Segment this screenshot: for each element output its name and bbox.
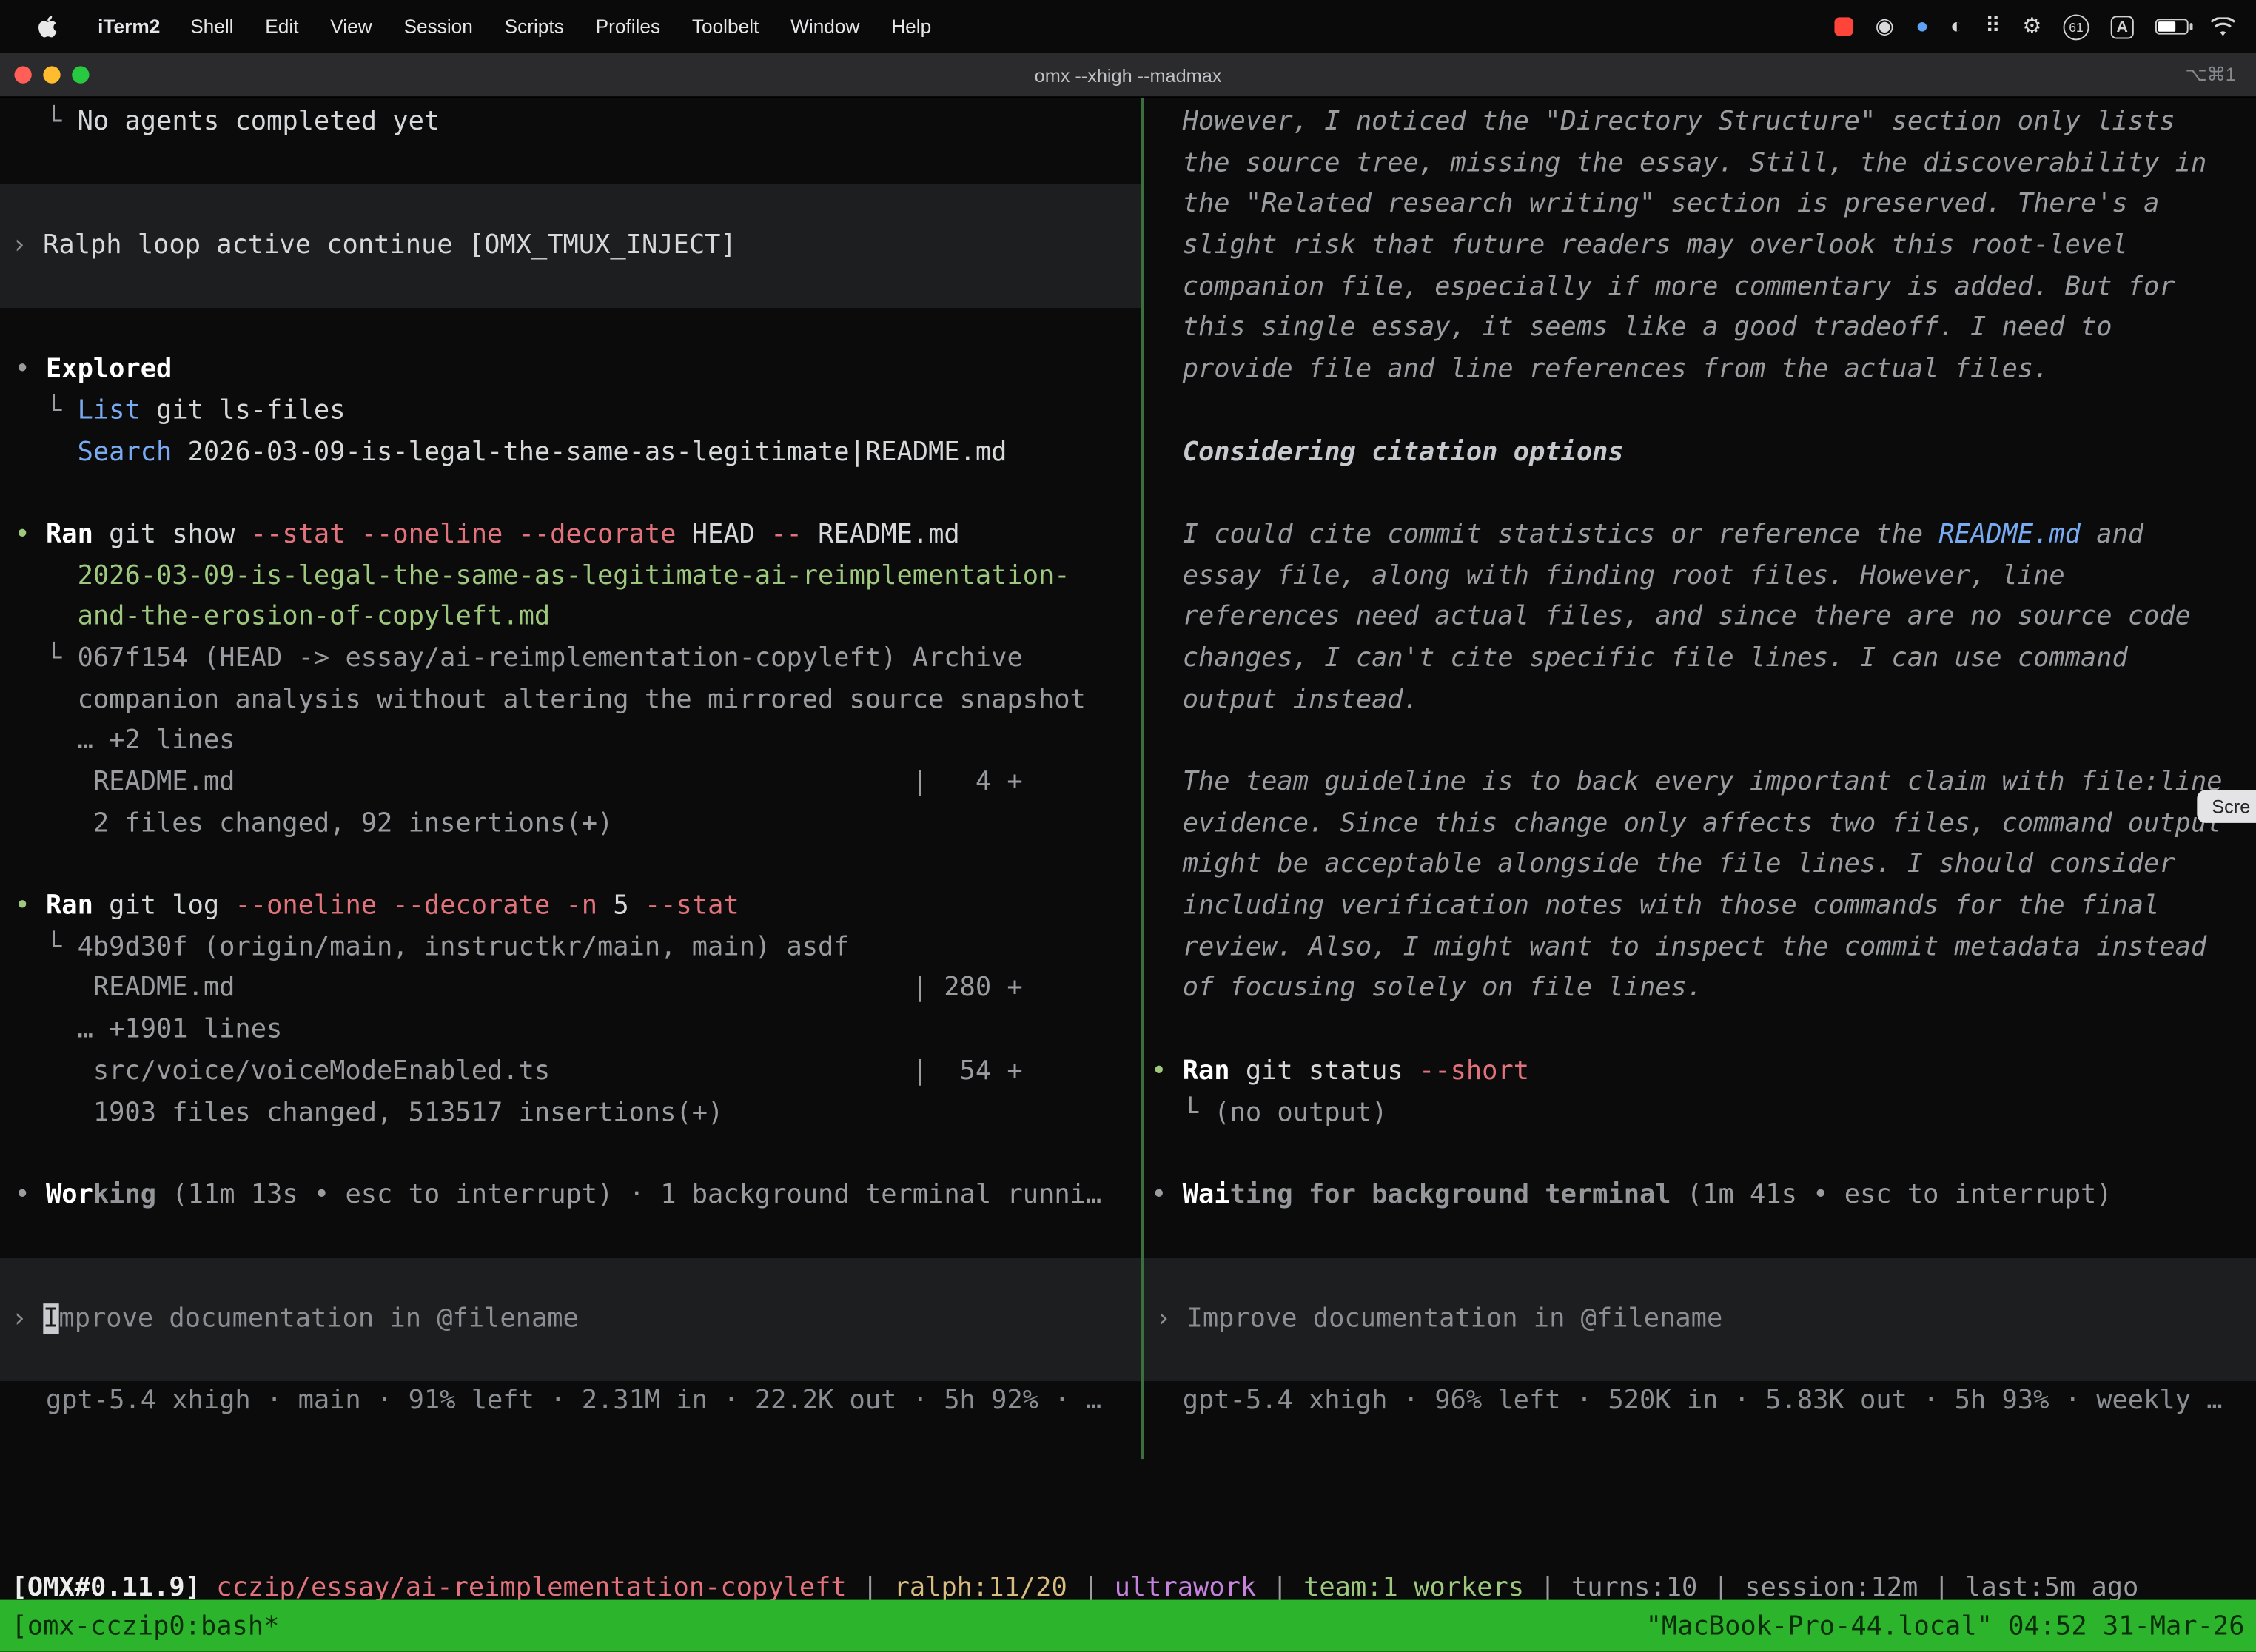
- reasoning-text: However, I noticed the "Directory Struct…: [1151, 102, 2256, 144]
- terminal-line: and-the-erosion-of-copyleft.md: [14, 597, 1141, 639]
- blank-line: [1151, 1134, 2256, 1175]
- ran-git-log: • Ran git log --oneline --decorate -n 5 …: [14, 887, 1141, 928]
- menu-item-edit[interactable]: Edit: [249, 16, 315, 37]
- terminal-line: this single essay, it seems like a good …: [1151, 309, 2256, 350]
- menu-item-shell[interactable]: Shell: [175, 16, 249, 37]
- blank-line: [14, 309, 1141, 350]
- explored-header: • Explored: [14, 350, 1141, 392]
- terminal-line: └ 067f154 (HEAD -> essay/ai-reimplementa…: [14, 639, 1141, 680]
- input-source-icon[interactable]: A: [2111, 15, 2134, 38]
- session-status-line: gpt-5.4 xhigh · 96% left · 520K in · 5.8…: [1151, 1382, 2256, 1423]
- tmux-host-clock: "MacBook-Pro-44.local" 04:52 31-Mar-26: [1646, 1611, 2245, 1641]
- status-app-icon-2[interactable]: ●: [1916, 16, 1929, 37]
- terminal-line: the source tree, missing the essay. Stil…: [1151, 144, 2256, 185]
- terminal-line: └ 4b9d30f (origin/main, instructkr/main,…: [14, 927, 1141, 969]
- screenshot-overlay[interactable]: Scre: [2198, 790, 2256, 823]
- menu-status-icons: ◉ ● ◐ ⠿ ⚙ 61 A: [1835, 13, 2236, 39]
- tmux-pane-left[interactable]: └ No agents completed yet › Ralph loop a…: [0, 98, 1141, 1423]
- status-app-icon-3[interactable]: ◐: [1950, 16, 1964, 37]
- apple-menu-icon[interactable]: [38, 14, 58, 38]
- working-indicator: • Working (11m 13s • esc to interrupt) ·…: [14, 1175, 1141, 1217]
- blank-line: [14, 1134, 1141, 1175]
- menu-bar: iTerm2 ShellEditViewSessionScriptsProfil…: [0, 0, 2256, 53]
- terminal-line: 2 files changed, 92 insertions(+): [14, 804, 1141, 845]
- menu-item-session[interactable]: Session: [388, 16, 489, 37]
- terminal-line: … +1901 lines: [14, 1010, 1141, 1052]
- keyboard-grid-icon[interactable]: ⠿: [1985, 16, 2001, 37]
- terminal-line: review. Also, I might want to inspect th…: [1151, 927, 2256, 969]
- menu-item-scripts[interactable]: Scripts: [489, 16, 580, 37]
- blank-line: [14, 144, 1141, 185]
- terminal-line: provide file and line references from th…: [1151, 350, 2256, 392]
- terminal-line: of focusing solely on file lines.: [1151, 969, 2256, 1010]
- blank-line: [1151, 474, 2256, 515]
- blank-line: [1151, 722, 2256, 763]
- terminal-line: the "Related research writing" section i…: [1151, 185, 2256, 226]
- blank-line: [1151, 1010, 2256, 1052]
- session-status-line: gpt-5.4 xhigh · main · 91% left · 2.31M …: [14, 1382, 1141, 1423]
- blank-line: [14, 1217, 1141, 1258]
- menu-item-toolbelt[interactable]: Toolbelt: [676, 16, 774, 37]
- terminal-line: companion file, especially if more comme…: [1151, 267, 2256, 309]
- terminal-line: might be acceptable alongside the file l…: [1151, 845, 2256, 887]
- blank-line: [1151, 391, 2256, 432]
- tmux-pane-right[interactable]: However, I noticed the "Directory Struct…: [1144, 98, 2256, 1423]
- menu-item-view[interactable]: View: [315, 16, 388, 37]
- terminal-line: I could cite commit statistics or refere…: [1151, 515, 2256, 557]
- blank-line: [14, 474, 1141, 515]
- terminal-line: references need actual files, and since …: [1151, 597, 2256, 639]
- terminal-line: essay file, along with finding root file…: [1151, 556, 2256, 597]
- terminal-line: changes, I can't cite specific file line…: [1151, 639, 2256, 680]
- waiting-indicator: • Waiting for background terminal (1m 41…: [1151, 1175, 2256, 1217]
- screen-recording-stop-icon[interactable]: [1835, 17, 1853, 36]
- terminal-line: … +2 lines: [14, 722, 1141, 763]
- tmux-status-bar: [omx-cczip0:bash* "MacBook-Pro-44.local"…: [0, 1600, 2256, 1652]
- terminal-line: README.md | 4 +: [14, 762, 1141, 804]
- battery-icon[interactable]: [2155, 19, 2189, 34]
- menu-app-name[interactable]: iTerm2: [84, 16, 175, 37]
- window-title-bar[interactable]: omx --xhigh --madmax ⌥⌘1: [0, 53, 2256, 98]
- agents-status-line: └ No agents completed yet: [14, 102, 1141, 144]
- terminal-line: slight risk that future readers may over…: [1151, 226, 2256, 267]
- window-title: omx --xhigh --madmax: [0, 64, 2256, 86]
- wifi-icon[interactable]: [2210, 16, 2236, 36]
- blank-line: [14, 845, 1141, 887]
- blank-line: [1151, 1217, 2256, 1258]
- terminal-line: evidence. Since this change only affects…: [1151, 804, 2256, 845]
- terminal-line: src/voice/voiceModeEnabled.ts | 54 +: [14, 1052, 1141, 1093]
- ran-git-status: • Ran git status --short: [1151, 1052, 2256, 1093]
- menu-item-profiles[interactable]: Profiles: [580, 16, 676, 37]
- terminal-line: The team guideline is to back every impo…: [1151, 762, 2256, 804]
- ralph-loop-banner: › Ralph loop active continue [OMX_TMUX_I…: [0, 185, 1141, 309]
- terminal-line: Search 2026-03-09-is-legal-the-same-as-l…: [14, 432, 1141, 474]
- terminal-line: output instead.: [1151, 680, 2256, 722]
- menu-items: ShellEditViewSessionScriptsProfilesToolb…: [175, 16, 947, 37]
- battery-percent-badge[interactable]: 61: [2064, 13, 2089, 39]
- terminal: └ No agents completed yet › Ralph loop a…: [0, 98, 2256, 1651]
- terminal-line: └ List git ls-files: [14, 391, 1141, 432]
- terminal-line: README.md | 280 +: [14, 969, 1141, 1010]
- terminal-line: 2026-03-09-is-legal-the-same-as-legitima…: [14, 556, 1141, 597]
- terminal-line: including verification notes with those …: [1151, 887, 2256, 928]
- ran-git-show: • Ran git show --stat --oneline --decora…: [14, 515, 1141, 557]
- menu-item-window[interactable]: Window: [775, 16, 876, 37]
- prompt-input[interactable]: › Improve documentation in @filename: [1144, 1258, 2256, 1381]
- screen: iTerm2 ShellEditViewSessionScriptsProfil…: [0, 0, 2256, 1652]
- reasoning-heading: Considering citation options: [1151, 432, 2256, 474]
- tmux-session-label: [omx-cczip0:bash*: [12, 1611, 280, 1641]
- terminal-line: 1903 files changed, 513517 insertions(+): [14, 1092, 1141, 1134]
- window-shortcut-hint: ⌥⌘1: [2185, 64, 2235, 87]
- settings-gear-icon[interactable]: ⚙: [2022, 16, 2041, 37]
- terminal-line: companion analysis without altering the …: [14, 680, 1141, 722]
- terminal-line: └ (no output): [1151, 1092, 2256, 1134]
- menu-item-help[interactable]: Help: [876, 16, 947, 37]
- prompt-input[interactable]: › Improve documentation in @filename: [0, 1258, 1141, 1382]
- status-app-icon-1[interactable]: ◉: [1876, 16, 1894, 37]
